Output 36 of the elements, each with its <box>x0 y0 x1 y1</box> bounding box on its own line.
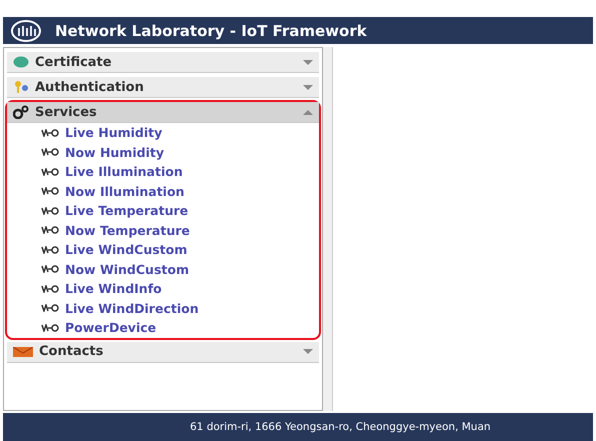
plug-icon <box>41 284 59 293</box>
accordion-header[interactable]: Contacts <box>7 342 319 362</box>
plug-icon <box>41 304 59 312</box>
caret-icon <box>303 60 313 64</box>
service-link[interactable]: Live Illumination <box>65 164 183 180</box>
gears-icon <box>13 105 29 119</box>
app-title: Network Laboratory - IoT Framework <box>55 22 367 40</box>
caret-icon <box>303 349 313 354</box>
service-link[interactable]: Now Temperature <box>65 222 190 238</box>
service-link[interactable]: Now WindCustom <box>65 262 189 277</box>
logo-icon <box>11 20 41 42</box>
footer-address: 61 dorim-ri, 1666 Yeongsan-ro, Cheonggye-myeon, Muan <box>190 421 491 433</box>
accordion-header[interactable]: Authentication <box>7 77 319 98</box>
plug-icon <box>41 206 59 215</box>
envelope-icon <box>13 346 33 356</box>
plug-icon <box>41 148 59 156</box>
service-link[interactable]: Live WindDirection <box>65 300 199 316</box>
plug-icon <box>41 246 59 254</box>
plug-icon <box>41 187 59 196</box>
plug-icon <box>41 128 59 137</box>
key-icon <box>13 80 29 94</box>
service-link[interactable]: Live WindInfo <box>65 281 162 296</box>
service-link[interactable]: Live WindCustom <box>65 242 188 258</box>
service-link[interactable]: Live Humidity <box>65 125 162 140</box>
plug-icon <box>41 324 59 332</box>
service-link[interactable]: Live Temperature <box>65 203 188 218</box>
plug-icon <box>41 168 59 176</box>
accordion-header[interactable]: Certificate <box>7 52 319 73</box>
caret-icon <box>303 110 313 114</box>
service-link[interactable]: Now Illumination <box>65 184 184 199</box>
accordion-header[interactable]: Services <box>7 102 319 123</box>
plug-icon <box>41 226 59 234</box>
service-link[interactable]: Now Humidity <box>65 144 164 160</box>
caret-icon <box>303 84 313 90</box>
service-link[interactable]: PowerDevice <box>65 320 156 336</box>
plug-icon <box>41 265 59 274</box>
